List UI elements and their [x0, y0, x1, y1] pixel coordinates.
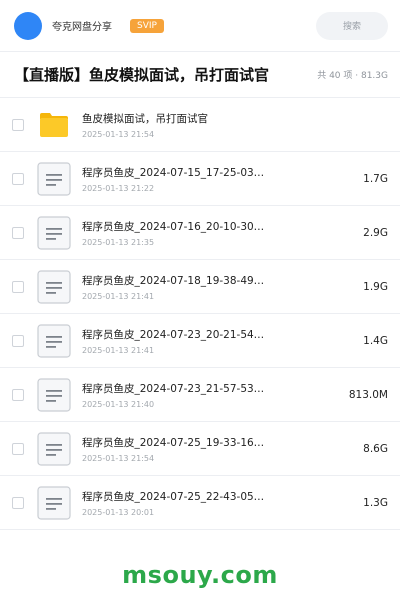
file-name[interactable]: 程序员鱼皮_2024-07-23_20-21-54… [82, 327, 277, 342]
document-icon [36, 269, 72, 305]
file-name[interactable]: 程序员鱼皮_2024-07-23_21-57-53… [82, 381, 277, 396]
file-row[interactable]: 鱼皮模拟面试，吊打面试官 2025-01-13 21:54 [0, 98, 400, 152]
top-bar: 夸克网盘分享 SVIP 搜索 [0, 0, 400, 52]
file-row[interactable]: 程序员鱼皮_2024-07-25_19-33-16… 2025-01-13 21:… [0, 422, 400, 476]
document-icon [36, 323, 72, 359]
file-date: 2025-01-13 21:54 [82, 129, 155, 139]
file-name[interactable]: 程序员鱼皮_2024-07-15_17-25-03… [82, 165, 277, 180]
row-checkbox[interactable] [12, 118, 24, 131]
file-info: 程序员鱼皮_2024-07-18_19-38-49… 2025-01-13 21:… [82, 273, 355, 301]
file-row[interactable]: 程序员鱼皮_2024-07-25_22-43-05… 2025-01-13 20:… [0, 476, 400, 530]
file-size: 1.4G [363, 334, 388, 347]
file-list: 鱼皮模拟面试，吊打面试官 2025-01-13 21:54 程序员鱼皮_2024-0… [0, 98, 400, 530]
file-info: 程序员鱼皮_2024-07-23_21-57-53… 2025-01-13 21:… [82, 381, 341, 409]
folder-header: 【直播版】鱼皮模拟面试，吊打面试官 共 40 项 · 81.3G [0, 52, 400, 98]
file-row[interactable]: 程序员鱼皮_2024-07-15_17-25-03… 2025-01-13 21:… [0, 152, 400, 206]
file-row[interactable]: 程序员鱼皮_2024-07-16_20-10-30… 2025-01-13 21:… [0, 206, 400, 260]
file-date: 2025-01-13 21:22 [82, 183, 155, 193]
watermark: msouy.com [122, 561, 278, 589]
file-info: 鱼皮模拟面试，吊打面试官 2025-01-13 21:54 [82, 111, 388, 139]
document-icon [36, 215, 72, 251]
file-date: 2025-01-13 21:41 [82, 345, 155, 355]
file-size: 1.9G [363, 280, 388, 293]
svip-badge: SVIP [130, 18, 164, 33]
row-checkbox[interactable] [12, 280, 24, 293]
file-row[interactable]: 程序员鱼皮_2024-07-23_21-57-53… 2025-01-13 21:… [0, 368, 400, 422]
avatar[interactable] [14, 11, 42, 40]
row-checkbox[interactable] [12, 442, 24, 455]
file-date: 2025-01-13 21:35 [82, 237, 155, 247]
row-checkbox[interactable] [12, 334, 24, 347]
document-icon [36, 161, 72, 197]
folder-icon [36, 107, 72, 143]
row-checkbox[interactable] [12, 226, 24, 239]
file-date: 2025-01-13 21:41 [82, 291, 155, 301]
file-date: 2025-01-13 20:01 [82, 507, 155, 517]
search-button[interactable]: 搜索 [316, 11, 388, 40]
document-icon [36, 377, 72, 413]
file-info: 程序员鱼皮_2024-07-25_19-33-16… 2025-01-13 21:… [82, 435, 355, 463]
file-size: 1.3G [363, 496, 388, 509]
file-row[interactable]: 程序员鱼皮_2024-07-18_19-38-49… 2025-01-13 21:… [0, 260, 400, 314]
file-info: 程序员鱼皮_2024-07-25_22-43-05… 2025-01-13 20:… [82, 489, 355, 517]
file-info: 程序员鱼皮_2024-07-16_20-10-30… 2025-01-13 21:… [82, 219, 355, 247]
page-title: 【直播版】鱼皮模拟面试，吊打面试官 [14, 66, 270, 84]
file-info: 程序员鱼皮_2024-07-23_20-21-54… 2025-01-13 21:… [82, 327, 355, 355]
file-name[interactable]: 鱼皮模拟面试，吊打面试官 [82, 111, 277, 126]
file-size: 2.9G [363, 226, 388, 239]
row-checkbox[interactable] [12, 496, 24, 509]
file-date: 2025-01-13 21:54 [82, 453, 155, 463]
file-date: 2025-01-13 21:40 [82, 399, 155, 409]
file-row[interactable]: 程序员鱼皮_2024-07-23_20-21-54… 2025-01-13 21:… [0, 314, 400, 368]
footer: msouy.com [0, 550, 400, 600]
document-icon [36, 485, 72, 521]
item-count-summary: 共 40 项 · 81.3G [317, 71, 388, 81]
document-icon [36, 431, 72, 467]
file-size: 813.0M [348, 388, 388, 401]
file-name[interactable]: 程序员鱼皮_2024-07-25_19-33-16… [82, 435, 277, 450]
file-name[interactable]: 程序员鱼皮_2024-07-25_22-43-05… [82, 489, 277, 504]
file-info: 程序员鱼皮_2024-07-15_17-25-03… 2025-01-13 21:… [82, 165, 355, 193]
file-name[interactable]: 程序员鱼皮_2024-07-16_20-10-30… [82, 219, 277, 234]
file-size: 8.6G [363, 442, 388, 455]
app-name: 夸克网盘分享 [52, 22, 112, 33]
row-checkbox[interactable] [12, 172, 24, 185]
file-name[interactable]: 程序员鱼皮_2024-07-18_19-38-49… [82, 273, 277, 288]
file-size: 1.7G [363, 172, 388, 185]
row-checkbox[interactable] [12, 388, 24, 401]
